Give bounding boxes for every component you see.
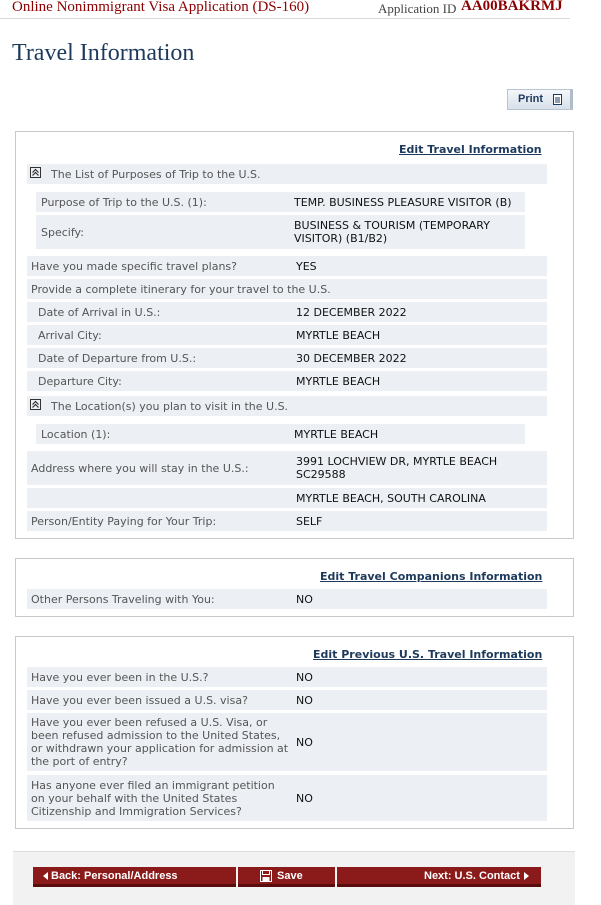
departure-city-value: MYRTLE BEACH: [296, 375, 381, 388]
been-in-us-label: Have you ever been in the U.S.?: [31, 671, 209, 684]
refused-label-line1: Have you ever been refused a U.S. Visa, …: [31, 716, 268, 729]
been-in-us-row: Have you ever been in the U.S.? NO: [27, 667, 547, 687]
refused-label-line4: the port of entry?: [31, 755, 128, 768]
print-icon: [553, 94, 562, 105]
collapse-toggle-icon[interactable]: [30, 399, 41, 410]
petition-value: NO: [296, 792, 313, 805]
double-chevron-up-icon: [32, 168, 39, 176]
specify-row: Specify: BUSINESS & TOURISM (TEMPORARY V…: [36, 215, 525, 249]
other-persons-label: Other Persons Traveling with You:: [31, 593, 215, 606]
back-arrow-icon: [43, 872, 48, 880]
petition-row: Has anyone ever filed an immigrant petit…: [27, 775, 547, 821]
address-city-row: MYRTLE BEACH, SOUTH CAROLINA: [27, 488, 547, 508]
arrival-city-value: MYRTLE BEACH: [296, 329, 381, 342]
other-persons-value: NO: [296, 593, 313, 606]
departure-city-row: Departure City: MYRTLE BEACH: [27, 371, 547, 391]
issued-visa-row: Have you ever been issued a U.S. visa? N…: [27, 690, 547, 710]
itinerary-label: Provide a complete itinerary for your tr…: [31, 283, 331, 296]
other-persons-row: Other Persons Traveling with You: NO: [27, 589, 547, 609]
app-header: Online Nonimmigrant Visa Application (DS…: [0, 0, 570, 19]
travel-plans-label: Have you made specific travel plans?: [31, 260, 237, 273]
specify-value-line1: BUSINESS & TOURISM (TEMPORARY: [294, 219, 490, 232]
locations-section-header: The Location(s) you plan to visit in the…: [27, 396, 547, 416]
petition-label-line3: Citizenship and Immigration Services?: [31, 805, 242, 818]
application-id: AA00BAKRMJ: [461, 0, 563, 14]
address-label: Address where you will stay in the U.S.:: [31, 462, 249, 475]
departure-city-label: Departure City:: [38, 375, 122, 388]
refused-row: Have you ever been refused a U.S. Visa, …: [27, 713, 547, 771]
issued-visa-value: NO: [296, 694, 313, 707]
next-arrow-icon: [524, 872, 529, 880]
purpose-row: Purpose of Trip to the U.S. (1): TEMP. B…: [36, 192, 525, 212]
arrival-date-label: Date of Arrival in U.S.:: [38, 306, 161, 319]
save-disk-icon: [260, 870, 272, 882]
back-button[interactable]: Back: Personal/Address: [33, 867, 236, 887]
purposes-section-header: The List of Purposes of Trip to the U.S.: [27, 164, 547, 184]
refused-value: NO: [296, 736, 313, 749]
purpose-value: TEMP. BUSINESS PLEASURE VISITOR (B): [294, 196, 512, 209]
travel-plans-value: YES: [296, 260, 317, 273]
collapse-toggle-icon[interactable]: [30, 167, 41, 178]
payer-value: SELF: [296, 515, 323, 528]
been-in-us-value: NO: [296, 671, 313, 684]
purpose-label: Purpose of Trip to the U.S. (1):: [41, 196, 207, 209]
locations-heading: The Location(s) you plan to visit in the…: [51, 400, 289, 413]
page-title: Travel Information: [12, 40, 195, 66]
address-line1: 3991 LOCHVIEW DR, MYRTLE BEACH: [296, 455, 498, 468]
save-button[interactable]: Save: [238, 867, 335, 887]
arrival-date-value: 12 DECEMBER 2022: [296, 306, 407, 319]
departure-date-row: Date of Departure from U.S.: 30 DECEMBER…: [27, 348, 547, 368]
arrival-date-row: Date of Arrival in U.S.: 12 DECEMBER 202…: [27, 302, 547, 322]
travel-plans-row: Have you made specific travel plans? YES: [27, 256, 547, 276]
print-button-label: Print: [518, 93, 544, 105]
application-id-label: Application ID: [378, 1, 457, 16]
departure-date-label: Date of Departure from U.S.:: [38, 352, 197, 365]
petition-label-line2: on your behalf with the United States: [31, 792, 238, 805]
location-value: MYRTLE BEACH: [294, 428, 379, 441]
address-line3: MYRTLE BEACH, SOUTH CAROLINA: [296, 492, 486, 505]
edit-travel-companions-link[interactable]: Edit Travel Companions Information: [320, 570, 542, 583]
edit-travel-information-link[interactable]: Edit Travel Information: [399, 143, 542, 156]
next-button[interactable]: Next: U.S. Contact: [337, 867, 541, 887]
location-label: Location (1):: [41, 428, 111, 441]
back-button-label: Back: Personal/Address: [51, 870, 178, 882]
departure-date-value: 30 DECEMBER 2022: [296, 352, 407, 365]
specify-value-line2: VISITOR) (B1/B2): [294, 232, 388, 245]
issued-visa-label: Have you ever been issued a U.S. visa?: [31, 694, 248, 707]
arrival-city-label: Arrival City:: [38, 329, 102, 342]
address-line2: SC29588: [296, 468, 346, 481]
location-row: Location (1): MYRTLE BEACH: [36, 424, 525, 444]
specify-label: Specify:: [41, 226, 84, 239]
double-chevron-up-icon: [32, 400, 39, 408]
purposes-heading: The List of Purposes of Trip to the U.S.: [51, 168, 261, 181]
refused-label-line2: been refused admission to the United Sta…: [31, 729, 281, 742]
save-button-label: Save: [277, 870, 303, 882]
itinerary-row: Provide a complete itinerary for your tr…: [27, 279, 547, 299]
petition-label-line1: Has anyone ever filed an immigrant petit…: [31, 779, 275, 792]
payer-row: Person/Entity Paying for Your Trip: SELF: [27, 511, 547, 531]
address-row: Address where you will stay in the U.S.:…: [27, 451, 547, 485]
payer-label: Person/Entity Paying for Your Trip:: [31, 515, 217, 528]
next-button-label: Next: U.S. Contact: [424, 870, 520, 882]
app-title: Online Nonimmigrant Visa Application (DS…: [12, 0, 310, 15]
print-button[interactable]: Print: [507, 89, 573, 110]
edit-previous-travel-link[interactable]: Edit Previous U.S. Travel Information: [313, 648, 542, 661]
arrival-city-row: Arrival City: MYRTLE BEACH: [27, 325, 547, 345]
refused-label-line3: or withdrawn your application for admiss…: [31, 742, 289, 755]
